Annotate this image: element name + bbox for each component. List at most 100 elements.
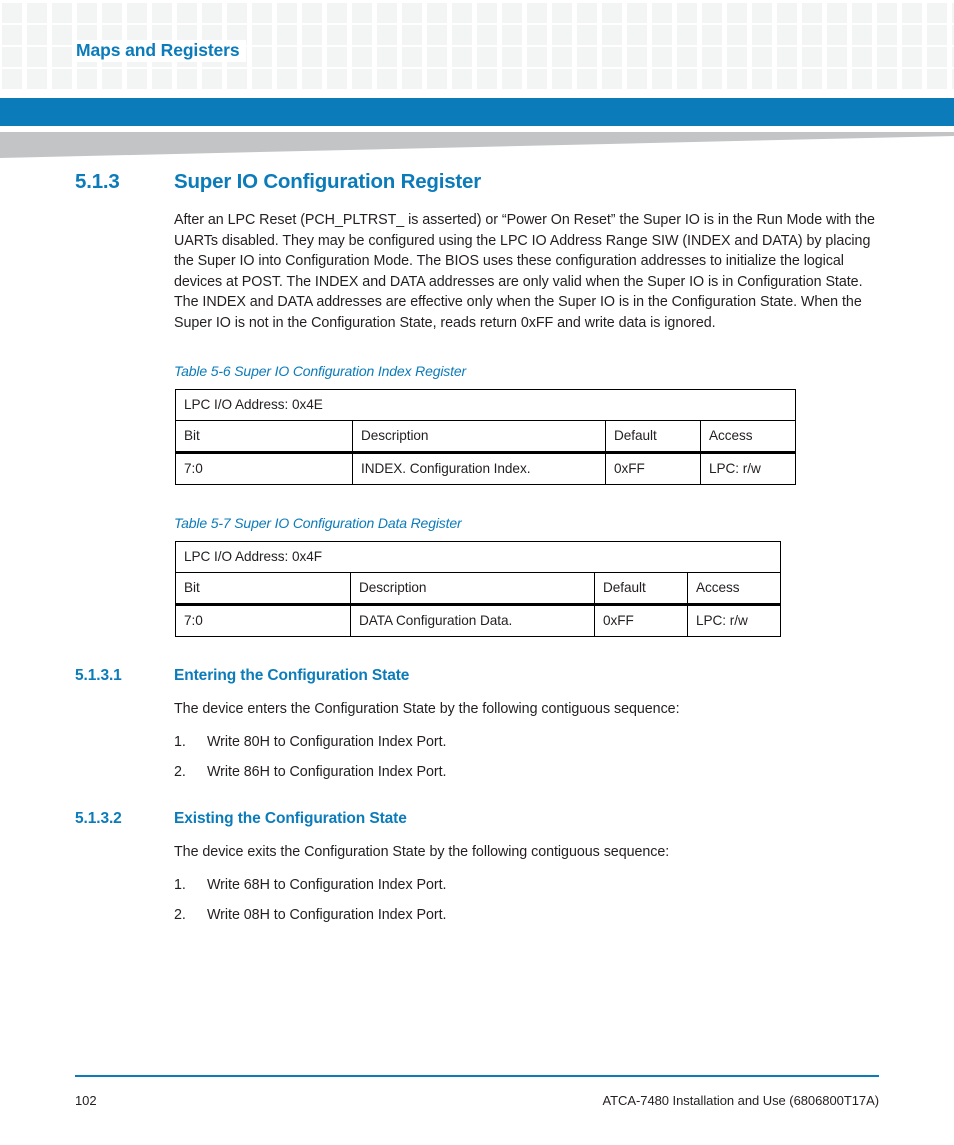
column-header-description: Description: [352, 420, 606, 455]
list-item: 1. Write 68H to Configuration Index Port…: [174, 877, 954, 893]
list-item-text: Write 80H to Configuration Index Port.: [207, 734, 447, 751]
pattern-square: [502, 3, 522, 23]
pattern-square: [927, 69, 947, 89]
cell-bit: 7:0: [175, 604, 351, 638]
pattern-square: [427, 47, 447, 67]
cell-description: INDEX. Configuration Index.: [352, 452, 606, 486]
table-address-cell: LPC I/O Address: 0x4E: [175, 389, 796, 422]
column-header-access: Access: [700, 420, 796, 455]
pattern-square: [252, 69, 272, 89]
ordered-list-entering: 1. Write 80H to Configuration Index Port…: [0, 734, 954, 780]
pattern-square: [452, 3, 472, 23]
pattern-square: [777, 69, 797, 89]
pattern-square: [702, 25, 722, 45]
pattern-square: [552, 25, 572, 45]
pattern-square: [302, 3, 322, 23]
pattern-square: [927, 25, 947, 45]
pattern-square: [277, 25, 297, 45]
pattern-square: [477, 69, 497, 89]
table-caption-5-7: Table 5-7 Super IO Configuration Data Re…: [174, 515, 462, 532]
pattern-square: [752, 47, 772, 67]
pattern-square: [352, 25, 372, 45]
header-gray-wedge: [0, 132, 954, 162]
list-item: 1. Write 80H to Configuration Index Port…: [174, 734, 954, 750]
pattern-square: [27, 47, 47, 67]
table-caption-5-6: Table 5-6 Super IO Configuration Index R…: [174, 363, 467, 380]
header-accent-bar: [0, 98, 954, 126]
column-header-default: Default: [605, 420, 701, 455]
pattern-square: [377, 3, 397, 23]
list-item-marker: 2.: [174, 764, 186, 781]
pattern-square: [927, 47, 947, 67]
document-title: ATCA-7480 Installation and Use (6806800T…: [602, 1093, 879, 1108]
list-item-text: Write 86H to Configuration Index Port.: [207, 764, 447, 781]
register-table-5-6: LPC I/O Address: 0x4E Bit Description De…: [175, 389, 796, 486]
pattern-square: [877, 25, 897, 45]
pattern-square: [652, 25, 672, 45]
pattern-square: [177, 69, 197, 89]
pattern-square: [477, 47, 497, 67]
pattern-square: [877, 47, 897, 67]
pattern-square: [902, 25, 922, 45]
list-item-text: Write 68H to Configuration Index Port.: [207, 876, 447, 893]
pattern-square: [202, 3, 222, 23]
pattern-square: [402, 69, 422, 89]
pattern-square: [627, 47, 647, 67]
pattern-square: [552, 69, 572, 89]
list-item-marker: 2.: [174, 906, 186, 923]
pattern-square: [327, 47, 347, 67]
pattern-square: [52, 3, 72, 23]
pattern-square: [77, 3, 97, 23]
pattern-square: [752, 69, 772, 89]
pattern-square: [152, 3, 172, 23]
list-item-marker: 1.: [174, 734, 186, 751]
pattern-square: [627, 3, 647, 23]
pattern-square: [827, 3, 847, 23]
pattern-square: [2, 25, 22, 45]
pattern-square: [352, 3, 372, 23]
subsection-intro: The device exits the Configuration State…: [174, 844, 670, 861]
pattern-square: [452, 47, 472, 67]
pattern-square: [52, 25, 72, 45]
pattern-square: [852, 3, 872, 23]
list-item: 2. Write 86H to Configuration Index Port…: [174, 764, 954, 780]
pattern-square: [777, 25, 797, 45]
section-heading: 5.1.3 Super IO Configuration Register: [0, 170, 954, 194]
pattern-square: [902, 3, 922, 23]
pattern-square: [527, 3, 547, 23]
pattern-square: [302, 47, 322, 67]
pattern-square: [477, 25, 497, 45]
pattern-square: [827, 47, 847, 67]
pattern-square: [677, 47, 697, 67]
cell-access: LPC: r/w: [687, 604, 781, 638]
pattern-square: [302, 25, 322, 45]
pattern-square: [577, 69, 597, 89]
pattern-square: [327, 69, 347, 89]
table-header-row: Bit Description Default Access: [175, 572, 781, 607]
pattern-square: [902, 47, 922, 67]
column-header-bit: Bit: [175, 572, 351, 607]
pattern-square: [577, 25, 597, 45]
pattern-square: [752, 3, 772, 23]
pattern-square: [2, 69, 22, 89]
pattern-square: [877, 69, 897, 89]
pattern-square: [527, 69, 547, 89]
pattern-square: [677, 69, 697, 89]
pattern-square: [602, 25, 622, 45]
page-content: 5.1.3 Super IO Configuration Register Af…: [0, 170, 954, 923]
pattern-square: [727, 3, 747, 23]
pattern-square: [127, 3, 147, 23]
footer-row: 102 ATCA-7480 Installation and Use (6806…: [75, 1093, 879, 1108]
subsection-title: Entering the Configuration State: [174, 667, 410, 685]
pattern-square: [252, 25, 272, 45]
pattern-square: [277, 47, 297, 67]
section-number: 5.1.3: [75, 170, 120, 193]
list-item: 2. Write 08H to Configuration Index Port…: [174, 907, 954, 923]
pattern-square: [277, 69, 297, 89]
pattern-square: [752, 25, 772, 45]
column-header-default: Default: [594, 572, 688, 607]
cell-default: 0xFF: [605, 452, 701, 486]
pattern-square: [602, 3, 622, 23]
pattern-square: [727, 47, 747, 67]
table-row: 7:0 INDEX. Configuration Index. 0xFF LPC…: [175, 452, 796, 486]
